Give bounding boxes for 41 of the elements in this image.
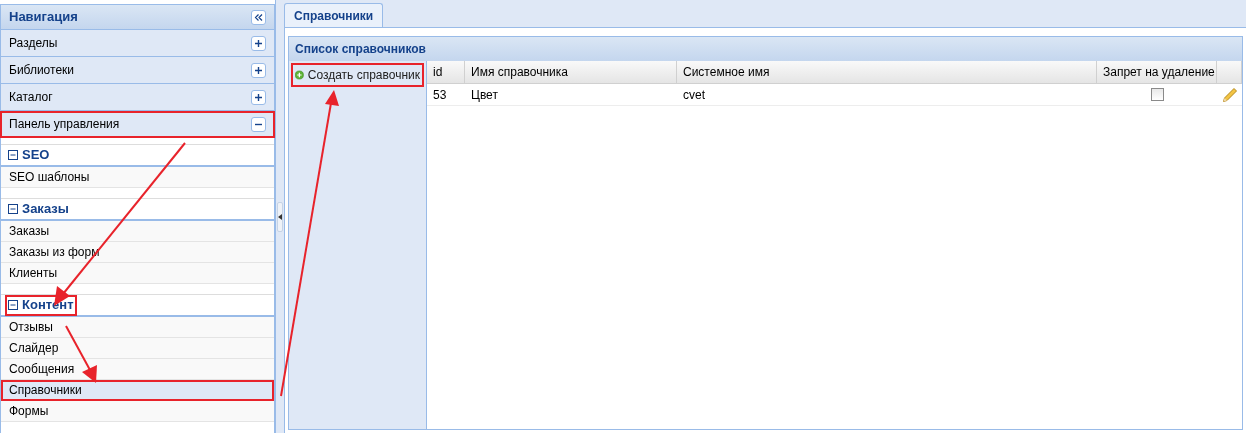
menu-item[interactable]: Справочники <box>1 380 275 401</box>
menu-item[interactable]: Слайдер <box>1 338 275 359</box>
accordion-header[interactable]: Библиотеки <box>0 57 276 84</box>
group-header[interactable]: Контент <box>5 294 77 316</box>
collapse-icon[interactable] <box>8 204 18 214</box>
menu-item[interactable]: Заказы <box>1 221 275 242</box>
panel-title: Навигация <box>9 8 78 27</box>
column-header[interactable]: id <box>427 61 465 83</box>
accordion-title: Библиотеки <box>9 62 74 79</box>
panel-title: Список справочников <box>295 41 426 58</box>
expand-icon[interactable] <box>251 62 267 78</box>
menu-item[interactable]: Формы <box>1 401 275 422</box>
table-cell-text: 53 <box>432 86 448 104</box>
tab[interactable]: Справочники <box>284 3 384 27</box>
table-cell-text: cvet <box>682 86 706 104</box>
accordion-header[interactable]: Панель управления <box>0 111 276 138</box>
menu-item[interactable]: SEO шаблоны <box>1 167 275 188</box>
splitter-handle[interactable] <box>277 201 284 232</box>
group-header[interactable]: SEO <box>5 144 53 166</box>
column-header[interactable]: Запрет на удаление <box>1097 61 1217 83</box>
accordion-title: Панель управления <box>9 116 120 133</box>
add-icon <box>295 68 304 82</box>
accordion-title: Разделы <box>9 35 58 52</box>
group-header[interactable]: Заказы <box>5 198 72 220</box>
menu-item[interactable]: Сообщения <box>1 359 275 380</box>
menu-item[interactable]: Отзывы <box>1 317 275 338</box>
table-cell-text: Цвет <box>470 86 499 104</box>
collapse-panel-icon[interactable] <box>251 9 267 25</box>
collapse-icon[interactable] <box>8 300 18 310</box>
checkbox[interactable] <box>1150 88 1164 101</box>
expand-icon[interactable] <box>251 35 267 51</box>
menu-item[interactable]: Клиенты <box>1 263 275 284</box>
accordion-header[interactable]: Разделы <box>0 30 276 57</box>
column-header[interactable]: Системное имя <box>677 61 1097 83</box>
collapse-icon[interactable] <box>8 150 18 160</box>
expand-icon[interactable] <box>251 89 267 105</box>
accordion-title: Каталог <box>9 89 53 106</box>
collapse-icon[interactable] <box>251 116 267 132</box>
column-header[interactable]: Имя справочника <box>465 61 677 83</box>
accordion-header[interactable]: Каталог <box>0 84 276 111</box>
create-button[interactable]: Создать справочник <box>291 63 424 87</box>
